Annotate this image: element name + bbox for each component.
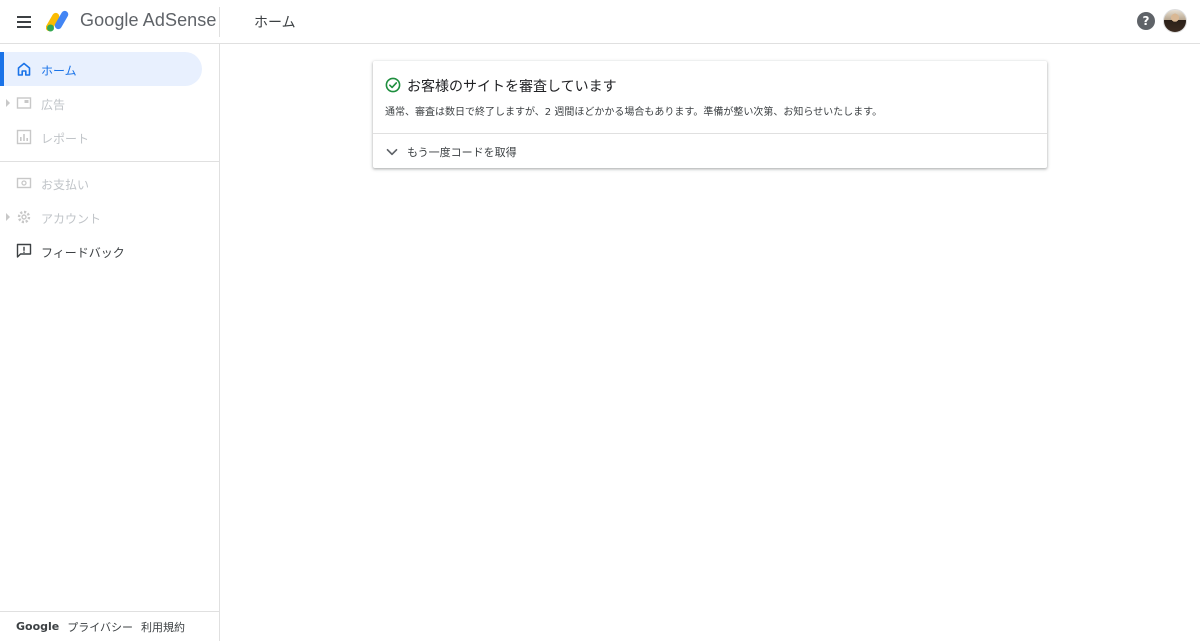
brand-name[interactable]: Google AdSense — [80, 10, 217, 31]
sidebar-item-ads[interactable]: 広告 — [0, 86, 202, 120]
hamburger-menu-icon[interactable] — [14, 12, 34, 32]
sidebar-item-account[interactable]: アカウント — [0, 200, 202, 234]
sidebar-item-label: お支払い — [41, 178, 90, 192]
google-footer-logo: Google — [16, 620, 60, 633]
card-description: 通常、審査は数日で終了しますが、2 週間ほどかかる場合もあります。準備が整い次第… — [385, 107, 883, 118]
sidebar-footer: Google プライバシー 利用規約 — [0, 611, 219, 641]
gear-icon — [17, 210, 31, 224]
adsense-logo-icon[interactable] — [46, 9, 72, 33]
sidebar: ホーム 広告 レポート お支払い アカウント フィードバック Google プラ… — [0, 44, 220, 641]
payments-icon — [16, 177, 32, 189]
expand-arrow-icon[interactable] — [6, 213, 10, 221]
expand-arrow-icon[interactable] — [6, 99, 10, 107]
card-divider — [373, 133, 1047, 134]
site-review-card: お客様のサイトを審査しています 通常、審査は数日で終了しますが、2 週間ほどかか… — [373, 61, 1047, 168]
header-divider — [219, 7, 220, 37]
sidebar-item-feedback[interactable]: フィードバック — [0, 234, 202, 268]
sidebar-item-label: ホーム — [41, 64, 77, 78]
sidebar-item-label: 広告 — [41, 98, 66, 112]
sidebar-item-label: レポート — [41, 132, 90, 146]
get-code-again-label: もう一度コードを取得 — [407, 146, 517, 159]
ads-icon — [16, 97, 32, 109]
reports-icon — [16, 129, 32, 145]
privacy-link[interactable]: プライバシー — [67, 619, 133, 635]
top-app-bar: Google AdSense ホーム ? — [0, 0, 1200, 44]
sidebar-item-reports[interactable]: レポート — [0, 120, 202, 154]
home-icon — [17, 62, 31, 76]
feedback-icon — [16, 243, 32, 258]
get-code-again-toggle[interactable]: もう一度コードを取得 — [385, 143, 517, 161]
sidebar-item-home[interactable]: ホーム — [0, 52, 202, 86]
terms-link[interactable]: 利用規約 — [141, 619, 185, 635]
sidebar-item-label: アカウント — [41, 212, 102, 226]
sidebar-item-payments[interactable]: お支払い — [0, 166, 202, 200]
check-circle-icon — [385, 77, 401, 93]
account-avatar[interactable] — [1163, 9, 1187, 33]
sidebar-divider — [0, 161, 219, 162]
sidebar-item-label: フィードバック — [41, 246, 125, 260]
chevron-down-icon[interactable] — [385, 145, 399, 159]
page-title: ホーム — [254, 15, 296, 31]
help-icon[interactable]: ? — [1137, 12, 1155, 30]
card-title: お客様のサイトを審査しています — [407, 79, 617, 95]
